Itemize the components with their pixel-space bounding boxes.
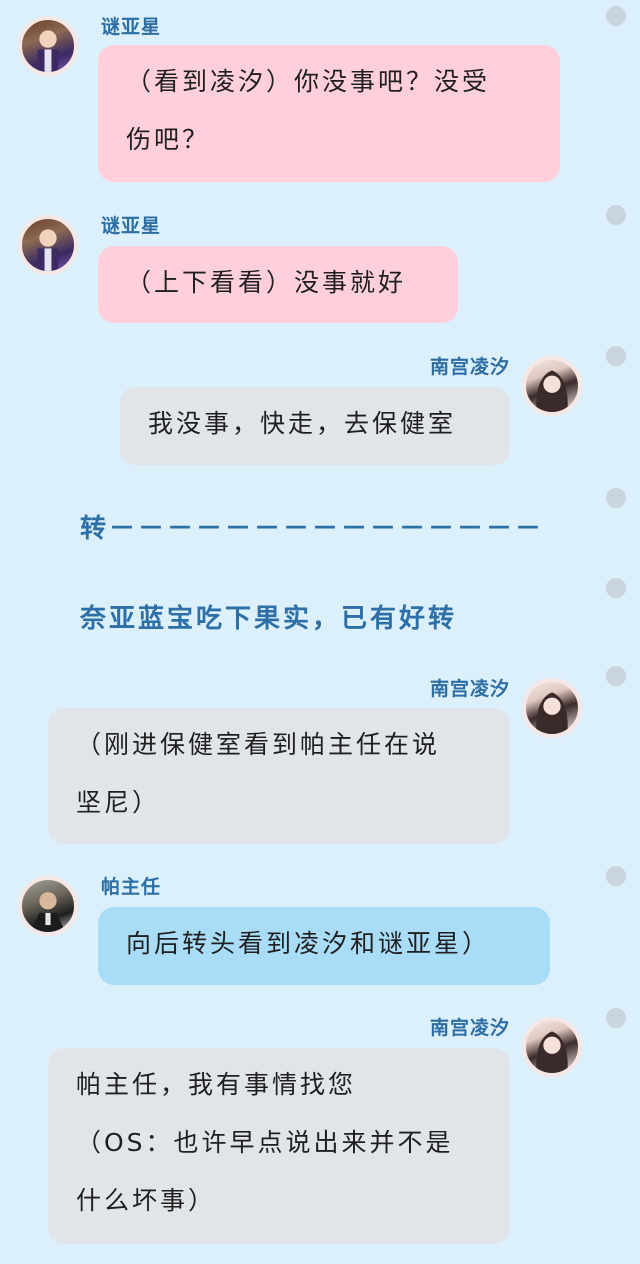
message-text: 向后转头看到凌汐和谜亚星）: [126, 929, 491, 958]
scroll-dot: [606, 866, 626, 886]
girl-avatar[interactable]: [522, 356, 582, 416]
message-bubble: （看到凌汐）你没事吧？没受 伤吧？: [98, 45, 560, 182]
scroll-dot: [606, 666, 626, 686]
man-avatar[interactable]: [18, 876, 78, 936]
girl-avatar[interactable]: [522, 1017, 582, 1077]
scroll-dot: [606, 488, 626, 508]
message-text: （上下看看）没事就好: [126, 268, 407, 297]
sender-name: 南宫凌汐: [429, 356, 510, 378]
sender-name: 南宫凌汐: [429, 1017, 510, 1039]
message-bubble: 向后转头看到凌汐和谜亚星）: [98, 907, 550, 985]
sender-name: 帕主任: [101, 876, 162, 898]
scroll-dot: [606, 6, 626, 26]
message-text: 我没事，快走，去保健室: [148, 409, 457, 438]
scroll-dot: [606, 205, 626, 225]
sender-name: 南宫凌汐: [429, 678, 510, 700]
sender-name: 谜亚星: [101, 215, 162, 237]
message-text: 伤吧？: [126, 125, 211, 154]
scroll-dot: [606, 1008, 626, 1028]
chat-page: 谜亚星 （看到凌汐）你没事吧？没受 伤吧？ 谜亚星 （上下看看）没事就好 南宫凌…: [0, 0, 640, 1264]
message-text: 帕主任，我有事情找您: [76, 1070, 357, 1099]
narration-divider: 转－－－－－－－－－－－－－－－: [80, 514, 545, 544]
girl-avatar[interactable]: [522, 678, 582, 738]
message-text: （OS：也许早点说出来并不是: [76, 1128, 454, 1157]
sender-name: 谜亚星: [101, 16, 162, 38]
narration-text: 奈亚蓝宝吃下果实，已有好转: [80, 604, 458, 634]
message-text: 什么坏事）: [76, 1186, 217, 1215]
message-bubble: 帕主任，我有事情找您 （OS：也许早点说出来并不是 什么坏事）: [48, 1048, 510, 1244]
message-text: （刚进保健室看到帕主任在说: [76, 730, 441, 759]
message-text: （看到凌汐）你没事吧？没受: [126, 67, 491, 96]
scroll-dot: [606, 346, 626, 366]
message-bubble: （刚进保健室看到帕主任在说 坚尼）: [48, 708, 510, 844]
message-text: 坚尼）: [76, 788, 161, 817]
scroll-dot: [606, 578, 626, 598]
message-bubble: （上下看看）没事就好: [98, 246, 458, 323]
boy-avatar[interactable]: [18, 16, 78, 76]
message-bubble: 我没事，快走，去保健室: [120, 387, 510, 465]
boy-avatar[interactable]: [18, 215, 78, 275]
